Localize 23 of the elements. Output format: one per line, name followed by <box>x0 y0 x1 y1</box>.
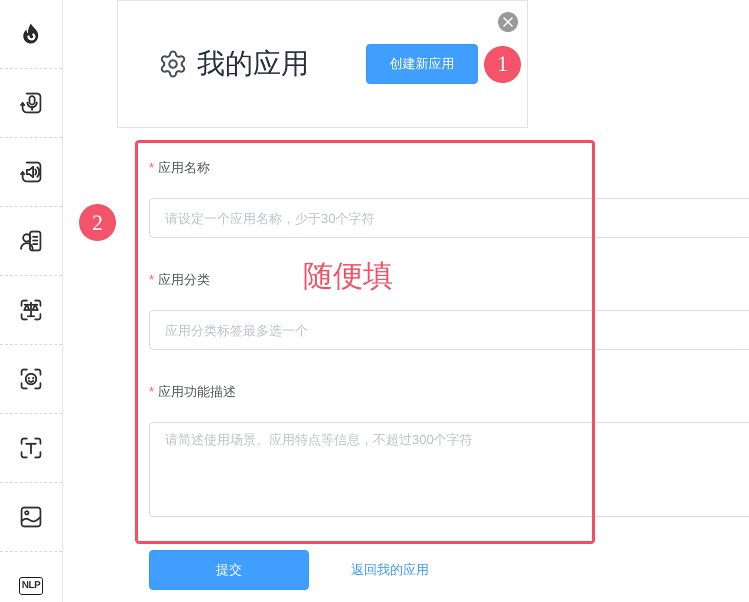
field-label: * 应用功能描述 <box>149 383 236 401</box>
field-label: * 应用分类 <box>149 271 210 289</box>
person-document-icon[interactable] <box>20 230 42 252</box>
settings-icon <box>158 49 188 79</box>
back-link[interactable]: 返回我的应用 <box>351 561 429 579</box>
speaker-icon[interactable] <box>20 161 42 183</box>
microphone-icon[interactable] <box>20 92 42 114</box>
face-scan-icon[interactable] <box>20 368 42 390</box>
annotation-note: 随便填 <box>303 260 393 294</box>
text-scan-icon[interactable] <box>20 437 42 459</box>
input-field[interactable]: 请设定一个应用名称，少于30个字符 <box>149 198 749 238</box>
scales-icon[interactable] <box>20 299 42 321</box>
nlp-label[interactable]: NLP <box>18 577 44 595</box>
step-badge: 1 <box>484 46 521 82</box>
textarea-field[interactable]: 请简述使用场景、应用特点等信息，不超过300个字符 <box>149 422 749 517</box>
input-field[interactable]: 应用分类标签最多选一个 <box>149 310 749 350</box>
step-badge: 2 <box>79 204 116 241</box>
create-app-button[interactable]: 创建新应用 <box>366 44 478 84</box>
image-icon[interactable] <box>20 506 42 528</box>
close-icon[interactable] <box>498 12 518 32</box>
page-title: 我的应用 <box>197 47 309 81</box>
field-label: * 应用名称 <box>149 159 210 177</box>
submit-button[interactable]: 提交 <box>149 550 309 590</box>
